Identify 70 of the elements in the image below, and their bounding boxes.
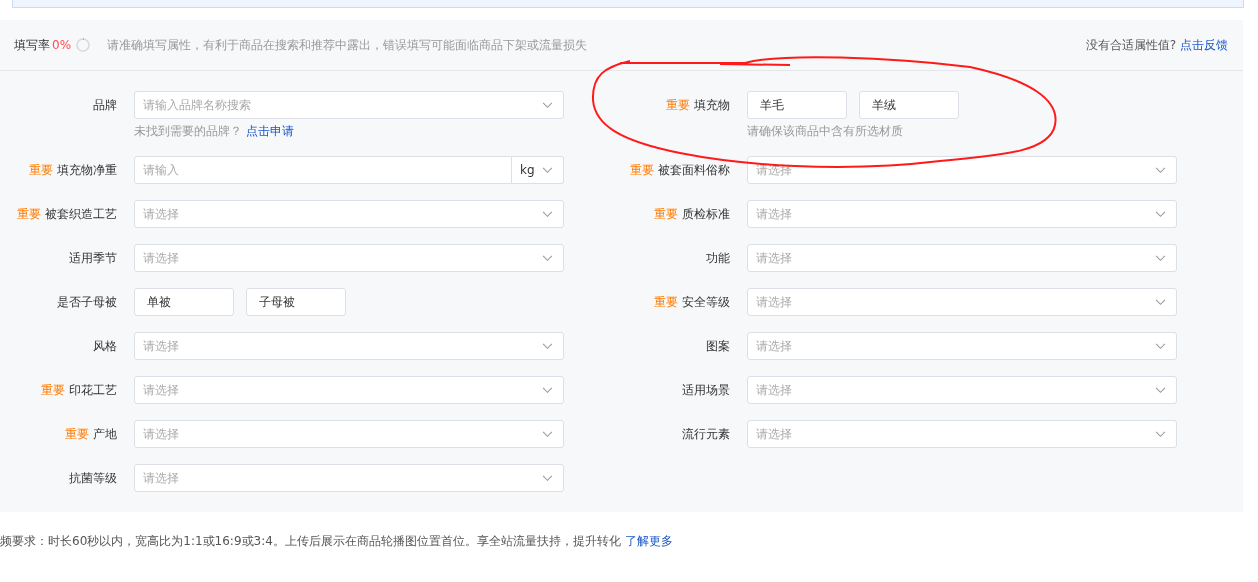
select-field[interactable]: 请选择 [134,200,564,228]
important-tag: 重要 [41,381,65,399]
field-label: 风格 [93,337,117,355]
chevron-down-icon [542,474,553,482]
chevron-down-icon [542,210,553,218]
important-tag: 重要 [654,293,678,311]
chevron-down-icon [542,101,553,109]
field-label: 功能 [706,249,730,267]
field-label: 被套织造工艺 [45,205,117,223]
field-label: 被套面料俗称 [658,161,730,179]
field-label: 抗菌等级 [69,469,117,487]
field-label: 品牌 [93,96,117,114]
field-label: 流行元素 [682,425,730,443]
important-tag: 重要 [65,425,89,443]
select-field[interactable]: 请选择 [747,288,1177,316]
learn-more-link[interactable]: 了解更多 [624,532,673,550]
progress-ring-icon [75,37,92,53]
select-field[interactable]: 请选择 [747,200,1177,228]
fill-notice: 请准确填写属性，有利于商品在搜索和推荐中露出，错误填写可能面临商品下架或流量损失 [107,36,588,54]
unit-select[interactable]: kg [512,156,564,184]
chevron-down-icon [1155,386,1166,394]
select-field[interactable]: 请输入品牌名称搜索 [134,91,564,119]
feedback-prompt: 没有合适属性值? [1085,37,1176,52]
input-field[interactable]: 请输入 [134,156,512,184]
option-button[interactable]: 单被 [134,288,234,316]
select-field[interactable]: 请选择 [134,332,564,360]
select-field[interactable]: 请选择 [134,376,564,404]
chevron-down-icon [542,254,553,262]
important-tag: 重要 [29,161,53,179]
field-label: 适用季节 [69,249,117,267]
chevron-down-icon [542,386,553,394]
field-label: 适用场景 [682,381,730,399]
select-field[interactable]: 请选择 [134,464,564,492]
chevron-down-icon [1155,430,1166,438]
feedback-link[interactable]: 点击反馈 [1180,37,1228,52]
chevron-down-icon [542,430,553,438]
chevron-down-icon [1155,210,1166,218]
chevron-down-icon [542,166,553,174]
select-field[interactable]: 请选择 [747,376,1177,404]
field-label: 安全等级 [682,293,730,311]
option-button[interactable]: 羊绒 [859,91,959,119]
important-tag: 重要 [654,205,678,223]
video-requirement-text: 频要求：时长60秒以内，宽高比为1:1或16:9或3:4。上传后展示在商品轮播图位置首位。享全站流量扶持，提升转化 [0,532,621,550]
chevron-down-icon [1155,166,1166,174]
select-field[interactable]: 请选择 [747,244,1177,272]
select-field[interactable]: 请选择 [134,244,564,272]
field-label: 图案 [706,337,730,355]
fill-rate-value: 0% [52,38,72,52]
apply-link[interactable]: 点击申请 [246,124,294,138]
chevron-down-icon [1155,342,1166,350]
chevron-down-icon [1155,298,1166,306]
field-hint: 请确保该商品中含有所选材质 [747,124,903,138]
chevron-down-icon [1155,254,1166,262]
option-button[interactable]: 羊毛 [747,91,847,119]
field-label: 填充物 [694,96,730,114]
select-field[interactable]: 请选择 [747,420,1177,448]
option-button[interactable]: 子母被 [246,288,346,316]
field-label: 填充物净重 [57,161,117,179]
important-tag: 重要 [17,205,41,223]
fill-rate-label: 填写率 [14,36,50,54]
field-label: 是否子母被 [57,293,117,311]
important-tag: 重要 [630,161,654,179]
select-field[interactable]: 请选择 [134,420,564,448]
field-hint: 未找到需要的品牌？ [134,124,242,138]
chevron-down-icon [542,342,553,350]
field-label: 质检标准 [682,205,730,223]
field-label: 印花工艺 [69,381,117,399]
select-field[interactable]: 请选择 [747,332,1177,360]
important-tag: 重要 [666,96,690,114]
field-label: 产地 [93,425,117,443]
